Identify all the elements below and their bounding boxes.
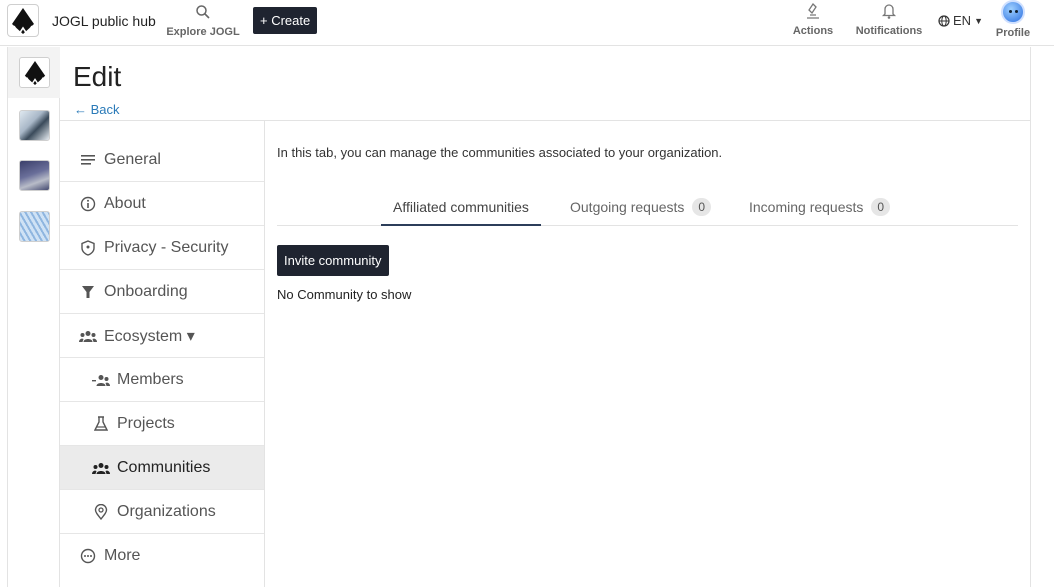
bell-icon — [881, 4, 897, 19]
create-button[interactable]: + Create — [253, 7, 318, 34]
tab-bar: Affiliated communities Outgoing requests… — [277, 194, 1018, 226]
language-label: EN — [953, 13, 972, 28]
jogl-logo-icon — [24, 60, 45, 86]
sidebar-item-about[interactable]: About — [60, 182, 264, 226]
jogl-logo-icon — [12, 7, 34, 35]
rail-item-jogl[interactable] — [19, 57, 50, 88]
sidebar-item-label: Privacy - Security — [104, 238, 229, 256]
tab-incoming-requests[interactable]: Incoming requests 0 — [749, 198, 891, 226]
notifications-label: Notifications — [855, 25, 923, 37]
sidebar-item-members[interactable]: Members — [60, 358, 264, 402]
profile-button[interactable]: Profile — [994, 0, 1032, 39]
group-icon — [79, 327, 97, 345]
sidebar-item-organizations[interactable]: Organizations — [60, 490, 264, 534]
microscope-icon — [807, 2, 819, 19]
location-icon — [92, 503, 110, 521]
hub-rail — [7, 47, 60, 587]
hub-name[interactable]: JOGL public hub — [52, 13, 156, 29]
sidebar-item-label: Communities — [117, 458, 211, 476]
shield-icon — [79, 239, 97, 257]
notifications-button[interactable]: Notifications — [852, 2, 926, 37]
lines-icon — [79, 151, 97, 169]
count-badge: 0 — [692, 198, 712, 216]
search-icon — [196, 5, 210, 19]
sidebar-item-projects[interactable]: Projects — [60, 402, 264, 446]
filter-icon — [79, 283, 97, 301]
sidebar-item-label: Ecosystem ▾ — [104, 327, 195, 345]
tab-label: Outgoing requests — [570, 199, 685, 215]
globe-icon — [938, 14, 950, 27]
group-icon — [92, 371, 110, 389]
language-selector[interactable]: EN ▼ — [938, 13, 983, 28]
sidebar-item-more[interactable]: More — [60, 534, 264, 578]
rail-item-hub-2[interactable] — [19, 110, 50, 141]
sidebar-item-ecosystem[interactable]: Ecosystem ▾ — [60, 314, 264, 358]
actions-button[interactable]: Actions — [790, 2, 836, 37]
sidebar-item-label: Projects — [117, 414, 175, 432]
tab-label: Incoming requests — [749, 199, 864, 215]
top-bar: JOGL public hub Explore JOGL + Create Ac… — [0, 0, 1054, 46]
more-icon — [79, 547, 97, 565]
sidebar-item-privacy-security[interactable]: Privacy - Security — [60, 226, 264, 270]
tab-affiliated-communities[interactable]: Affiliated communities — [381, 199, 541, 226]
flask-icon — [92, 415, 110, 433]
main-panel: Edit ← Back General About Privacy - Secu… — [60, 47, 1031, 587]
actions-label: Actions — [792, 25, 834, 37]
jogl-logo[interactable] — [7, 4, 39, 37]
sidebar-item-label: Organizations — [117, 502, 216, 520]
sidebar-item-label: About — [104, 194, 146, 212]
sidebar-item-label: More — [104, 547, 141, 564]
back-link[interactable]: ← Back — [74, 102, 120, 117]
profile-label: Profile — [995, 27, 1031, 39]
tab-outgoing-requests[interactable]: Outgoing requests 0 — [570, 198, 712, 226]
intro-text: In this tab, you can manage the communit… — [277, 145, 723, 160]
empty-state-text: No Community to show — [277, 287, 412, 302]
sidebar-item-label: Members — [117, 370, 184, 388]
info-icon — [79, 195, 97, 213]
sidebar-item-onboarding[interactable]: Onboarding — [60, 270, 264, 314]
sidebar-item-communities[interactable]: Communities — [60, 446, 264, 490]
explore-label: Explore JOGL — [166, 26, 240, 38]
invite-community-button[interactable]: Invite community — [277, 245, 389, 276]
rail-item-hub-3[interactable] — [19, 160, 50, 191]
sidebar-item-general[interactable]: General — [60, 138, 264, 182]
sidebar-divider — [264, 121, 265, 587]
sidebar-item-label: General — [104, 150, 161, 168]
header-divider — [60, 120, 1031, 121]
chevron-down-icon: ▼ — [974, 15, 983, 26]
rail-item-hub-4[interactable] — [19, 211, 50, 242]
tab-label: Affiliated communities — [393, 199, 529, 215]
explore-button[interactable]: Explore JOGL — [165, 4, 241, 38]
sidebar-item-label: Onboarding — [104, 282, 188, 300]
page-title: Edit — [73, 61, 122, 92]
count-badge: 0 — [871, 198, 891, 216]
settings-sidebar: General About Privacy - Security Onboard… — [60, 138, 264, 578]
avatar — [1001, 0, 1025, 24]
group-icon — [92, 459, 110, 477]
